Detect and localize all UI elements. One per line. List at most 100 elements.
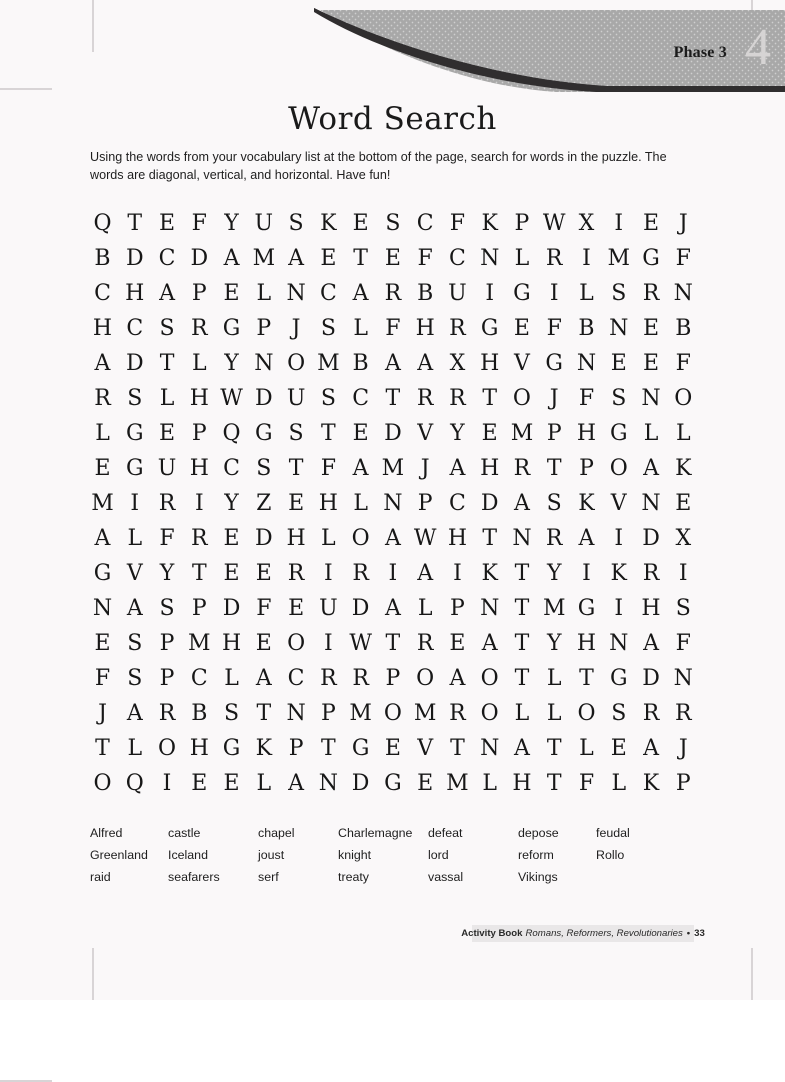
grid-cell[interactable]: T [251, 701, 276, 726]
grid-cell[interactable]: I [445, 561, 470, 586]
grid-cell[interactable]: E [284, 491, 309, 516]
grid-cell[interactable]: K [639, 771, 664, 796]
grid-cell[interactable]: T [90, 736, 115, 761]
grid-cell[interactable]: G [219, 736, 244, 761]
grid-cell[interactable]: G [380, 771, 405, 796]
grid-cell[interactable]: K [477, 561, 502, 586]
grid-cell[interactable]: D [122, 246, 147, 271]
grid-cell[interactable]: S [284, 421, 309, 446]
grid-cell[interactable]: F [671, 246, 696, 271]
grid-cell[interactable]: P [251, 316, 276, 341]
grid-cell[interactable]: M [380, 456, 405, 481]
grid-cell[interactable]: T [187, 561, 212, 586]
grid-cell[interactable]: E [219, 526, 244, 551]
grid-cell[interactable]: A [348, 281, 373, 306]
grid-cell[interactable]: L [542, 666, 567, 691]
grid-cell[interactable]: A [155, 281, 180, 306]
grid-cell[interactable]: C [219, 456, 244, 481]
grid-cell[interactable]: Y [219, 491, 244, 516]
grid-cell[interactable]: H [574, 421, 599, 446]
grid-cell[interactable]: E [284, 596, 309, 621]
grid-cell[interactable]: A [284, 771, 309, 796]
grid-cell[interactable]: D [187, 246, 212, 271]
grid-cell[interactable]: U [155, 456, 180, 481]
grid-cell[interactable]: S [122, 631, 147, 656]
grid-cell[interactable]: E [187, 771, 212, 796]
grid-cell[interactable]: H [316, 491, 341, 516]
grid-cell[interactable]: E [606, 351, 631, 376]
grid-cell[interactable]: R [639, 561, 664, 586]
grid-cell[interactable]: F [574, 386, 599, 411]
grid-cell[interactable]: L [509, 701, 534, 726]
grid-cell[interactable]: Y [542, 561, 567, 586]
grid-cell[interactable]: F [251, 596, 276, 621]
grid-cell[interactable]: G [219, 316, 244, 341]
grid-cell[interactable]: J [90, 701, 115, 726]
grid-cell[interactable]: P [671, 771, 696, 796]
grid-cell[interactable]: E [445, 631, 470, 656]
grid-cell[interactable]: S [219, 701, 244, 726]
grid-cell[interactable]: A [574, 526, 599, 551]
grid-cell[interactable]: A [90, 526, 115, 551]
grid-cell[interactable]: G [606, 666, 631, 691]
grid-cell[interactable]: G [639, 246, 664, 271]
grid-cell[interactable]: R [445, 386, 470, 411]
grid-cell[interactable]: S [284, 211, 309, 236]
grid-cell[interactable]: M [316, 351, 341, 376]
grid-cell[interactable]: M [187, 631, 212, 656]
grid-cell[interactable]: N [477, 596, 502, 621]
grid-cell[interactable]: N [477, 736, 502, 761]
grid-cell[interactable]: B [90, 246, 115, 271]
grid-cell[interactable]: S [155, 316, 180, 341]
grid-cell[interactable]: L [477, 771, 502, 796]
grid-cell[interactable]: I [542, 281, 567, 306]
grid-cell[interactable]: E [219, 561, 244, 586]
grid-cell[interactable]: N [574, 351, 599, 376]
grid-cell[interactable]: A [639, 456, 664, 481]
grid-cell[interactable]: E [316, 246, 341, 271]
grid-cell[interactable]: D [477, 491, 502, 516]
grid-cell[interactable]: R [155, 701, 180, 726]
grid-cell[interactable]: L [671, 421, 696, 446]
grid-cell[interactable]: P [574, 456, 599, 481]
grid-cell[interactable]: P [155, 666, 180, 691]
grid-cell[interactable]: H [477, 351, 502, 376]
grid-cell[interactable]: L [348, 316, 373, 341]
grid-cell[interactable]: H [477, 456, 502, 481]
grid-cell[interactable]: V [509, 351, 534, 376]
grid-cell[interactable]: L [155, 386, 180, 411]
grid-cell[interactable]: S [606, 386, 631, 411]
grid-cell[interactable]: A [509, 491, 534, 516]
grid-cell[interactable]: O [348, 526, 373, 551]
grid-cell[interactable]: S [316, 316, 341, 341]
grid-cell[interactable]: G [509, 281, 534, 306]
grid-cell[interactable]: I [380, 561, 405, 586]
grid-cell[interactable]: N [284, 281, 309, 306]
grid-cell[interactable]: H [445, 526, 470, 551]
grid-cell[interactable]: D [348, 596, 373, 621]
grid-cell[interactable]: R [284, 561, 309, 586]
grid-cell[interactable]: U [251, 211, 276, 236]
grid-cell[interactable]: O [284, 351, 309, 376]
grid-cell[interactable]: R [90, 386, 115, 411]
grid-cell[interactable]: V [413, 736, 438, 761]
grid-cell[interactable]: S [606, 281, 631, 306]
grid-cell[interactable]: E [348, 421, 373, 446]
grid-cell[interactable]: S [155, 596, 180, 621]
grid-cell[interactable]: G [122, 421, 147, 446]
grid-cell[interactable]: C [90, 281, 115, 306]
grid-cell[interactable]: J [671, 211, 696, 236]
grid-cell[interactable]: G [122, 456, 147, 481]
grid-cell[interactable]: N [639, 491, 664, 516]
grid-cell[interactable]: H [574, 631, 599, 656]
grid-cell[interactable]: O [477, 701, 502, 726]
grid-cell[interactable]: A [413, 351, 438, 376]
grid-cell[interactable]: J [413, 456, 438, 481]
grid-cell[interactable]: W [348, 631, 373, 656]
grid-cell[interactable]: H [90, 316, 115, 341]
grid-cell[interactable]: B [574, 316, 599, 341]
grid-cell[interactable]: F [445, 211, 470, 236]
grid-cell[interactable]: G [348, 736, 373, 761]
grid-cell[interactable]: T [284, 456, 309, 481]
grid-cell[interactable]: F [413, 246, 438, 271]
